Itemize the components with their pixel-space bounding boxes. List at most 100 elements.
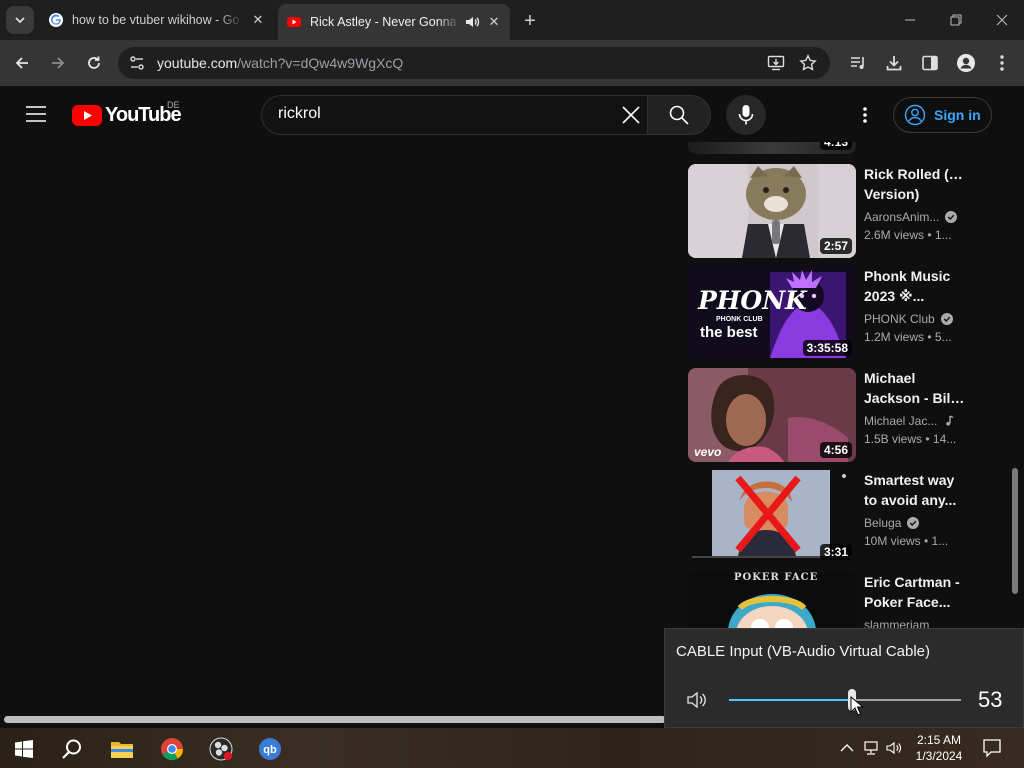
- speaker-icon[interactable]: [686, 689, 710, 711]
- video-title[interactable]: Smartest way to avoid any...: [864, 470, 968, 510]
- youtube-favicon-icon: [287, 17, 301, 27]
- list-item[interactable]: POKER FACE Eric Cartman - Poker Face... …: [688, 572, 1018, 628]
- search-query[interactable]: rickrol: [278, 105, 321, 123]
- video-title[interactable]: Eric Cartman - Poker Face...: [864, 572, 968, 612]
- minimize-button[interactable]: [896, 8, 924, 32]
- url-text[interactable]: youtube.com/watch?v=dQw4w9WgXcQ: [157, 55, 403, 71]
- minimize-icon: [905, 19, 915, 21]
- voice-search-button[interactable]: [726, 95, 766, 135]
- list-item[interactable]: PHONK PHONK CLUB the best 3:35:58 Phonk …: [688, 266, 1018, 362]
- video-thumbnail[interactable]: vevo 4:56: [688, 368, 856, 462]
- chrome-taskbar-button[interactable]: [159, 736, 185, 762]
- audio-device-name[interactable]: CABLE Input (VB-Audio Virtual Cable): [676, 643, 930, 660]
- video-title-line: Rick Rolled (Cat: [864, 166, 968, 182]
- video-metadata: 1.5B views • 14...: [864, 432, 957, 446]
- region-code: DE: [167, 100, 180, 110]
- show-hidden-icons-button[interactable]: [839, 740, 855, 756]
- verified-icon: [945, 211, 958, 223]
- channel-name[interactable]: Michael Jac...: [864, 414, 955, 428]
- obs-taskbar-button[interactable]: [208, 736, 234, 762]
- video-duration: 2:57: [819, 238, 852, 254]
- channel-name[interactable]: slammeriam: [864, 618, 929, 628]
- new-tab-button[interactable]: +: [518, 10, 542, 32]
- tab-rick-astley[interactable]: Rick Astley - Never Gonna G ✕: [278, 4, 510, 40]
- video-metadata: 2.6M views • 1...: [864, 228, 952, 242]
- volume-slider[interactable]: [729, 699, 961, 701]
- tab-title: how to be vtuber wikihow - Go: [72, 13, 240, 27]
- qbittorrent-taskbar-button[interactable]: qb: [257, 736, 283, 762]
- video-title-line: 2023 ※...: [864, 288, 925, 304]
- audio-playing-icon[interactable]: [464, 14, 480, 30]
- channel-name[interactable]: AaronsAnim...: [864, 210, 958, 224]
- video-title-line: Version): [864, 186, 920, 202]
- close-icon: [996, 14, 1008, 26]
- obs-icon: [209, 737, 233, 761]
- volume-slider-fill: [729, 699, 852, 701]
- recommendations-list: 4:13 2:57 Rick Rolled (Cat Version) Aaro…: [688, 142, 1018, 628]
- video-title[interactable]: Michael Jackson - Billi...: [864, 368, 968, 408]
- reload-button[interactable]: [82, 51, 106, 75]
- video-title-line: Jackson - Billi...: [864, 390, 968, 406]
- taskbar-clock[interactable]: 2:15 AM 1/3/2024: [908, 732, 970, 764]
- video-thumbnail[interactable]: PHONK PHONK CLUB the best 3:35:58: [688, 266, 856, 360]
- list-item[interactable]: 2:57 Rick Rolled (Cat Version) AaronsAni…: [688, 164, 1018, 260]
- video-title-line: Smartest way: [864, 472, 955, 488]
- arrow-right-icon: [52, 57, 65, 69]
- close-icon[interactable]: ✕: [248, 10, 268, 30]
- clear-search-icon[interactable]: [618, 102, 644, 128]
- horizontal-scrollbar[interactable]: [4, 716, 666, 723]
- side-panel-button[interactable]: [919, 52, 941, 74]
- back-button[interactable]: [10, 51, 34, 75]
- video-duration: 3:35:58: [802, 340, 852, 356]
- network-tray-button[interactable]: [863, 740, 879, 756]
- install-app-button[interactable]: [765, 52, 787, 74]
- downloads-button[interactable]: [883, 52, 905, 74]
- tab-search-button[interactable]: [6, 6, 34, 34]
- google-icon: [49, 13, 63, 27]
- bookmark-button[interactable]: [797, 52, 819, 74]
- close-icon[interactable]: ✕: [484, 12, 504, 32]
- volume-tray-button[interactable]: [886, 740, 902, 756]
- arrow-left-icon: [15, 57, 28, 69]
- star-icon: [799, 54, 817, 71]
- channel-name[interactable]: Beluga: [864, 516, 920, 530]
- video-thumbnail[interactable]: 3:31: [688, 470, 856, 564]
- thumbnail-text: PHONK: [698, 286, 807, 315]
- chevron-down-icon: [15, 17, 25, 24]
- more-vert-icon: [1000, 55, 1004, 71]
- notification-center-icon[interactable]: [982, 738, 1002, 758]
- video-title[interactable]: Rick Rolled (Cat Version): [864, 164, 968, 204]
- close-window-button[interactable]: [988, 8, 1016, 32]
- profile-button[interactable]: [955, 52, 977, 74]
- video-thumbnail[interactable]: POKER FACE: [688, 572, 856, 628]
- network-icon: [864, 741, 878, 755]
- vertical-scrollbar[interactable]: [1012, 468, 1018, 594]
- video-thumbnail[interactable]: 4:13: [688, 142, 856, 154]
- list-item[interactable]: 4:13: [688, 142, 1018, 156]
- taskbar-search-button[interactable]: [59, 736, 85, 762]
- list-item[interactable]: vevo 4:56 Michael Jackson - Billi... Mic…: [688, 368, 1018, 464]
- video-thumbnail[interactable]: 2:57: [688, 164, 856, 258]
- video-metadata: 1.2M views • 5...: [864, 330, 952, 344]
- search-button[interactable]: [647, 95, 711, 135]
- media-controls-button[interactable]: [847, 52, 869, 74]
- restore-button[interactable]: [942, 8, 970, 32]
- file-explorer-button[interactable]: [109, 736, 135, 762]
- settings-menu-button[interactable]: [856, 104, 874, 126]
- video-title[interactable]: Phonk Music 2023 ※...: [864, 266, 968, 306]
- tab-wikihow[interactable]: how to be vtuber wikihow - Go ✕: [40, 4, 274, 36]
- sign-in-button[interactable]: Sign in: [893, 97, 992, 133]
- forward-button[interactable]: [46, 51, 70, 75]
- thumbnail-text: the best: [700, 324, 758, 341]
- youtube-logo[interactable]: YouTube: [72, 104, 182, 126]
- restore-icon: [950, 14, 962, 26]
- site-settings-icon[interactable]: [128, 54, 146, 72]
- chrome-menu-button[interactable]: [991, 52, 1013, 74]
- list-item[interactable]: 3:31 Smartest way to avoid any... Beluga…: [688, 470, 1018, 566]
- channel-name[interactable]: PHONK Club: [864, 312, 953, 326]
- url-path: /watch?v=dQw4w9WgXcQ: [237, 55, 404, 71]
- url-host: youtube.com: [157, 55, 238, 71]
- menu-icon[interactable]: [24, 104, 48, 124]
- profile-icon: [957, 54, 975, 72]
- start-button[interactable]: [11, 736, 37, 762]
